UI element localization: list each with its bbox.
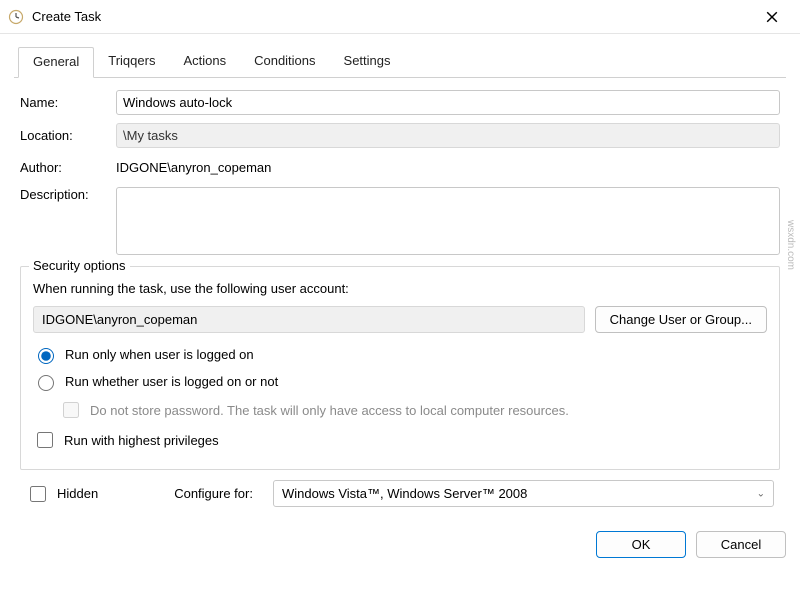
- configure-for-label: Configure for:: [174, 486, 253, 501]
- checkbox-hidden-label: Hidden: [57, 486, 98, 501]
- author-value: IDGONE\anyron_copeman: [116, 156, 780, 179]
- location-label: Location:: [20, 128, 108, 143]
- security-account: IDGONE\anyron_copeman: [33, 306, 585, 333]
- checkbox-no-store-password-label: Do not store password. The task will onl…: [90, 403, 569, 418]
- tab-triggers[interactable]: Triqqers: [94, 47, 169, 78]
- location-value: \My tasks: [116, 123, 780, 148]
- tab-bar: General Triqqers Actions Conditions Sett…: [14, 46, 786, 78]
- cancel-button[interactable]: Cancel: [696, 531, 786, 558]
- ok-button[interactable]: OK: [596, 531, 686, 558]
- tab-general[interactable]: General: [18, 47, 94, 78]
- configure-for-select[interactable]: Windows Vista™, Windows Server™ 2008 ⌄: [273, 480, 774, 507]
- checkbox-hidden[interactable]: [30, 486, 46, 502]
- tab-content-general: Name: Location: \My tasks Author: IDGONE…: [14, 78, 786, 519]
- configure-for-value: Windows Vista™, Windows Server™ 2008: [282, 486, 527, 501]
- name-input[interactable]: [116, 90, 780, 115]
- chevron-down-icon: ⌄: [757, 488, 765, 499]
- dialog-buttons: OK Cancel: [0, 519, 800, 572]
- security-options-group: Security options When running the task, …: [20, 266, 780, 470]
- titlebar: Create Task: [0, 0, 800, 34]
- radio-run-whether[interactable]: [38, 375, 54, 391]
- tab-settings[interactable]: Settings: [330, 47, 405, 78]
- description-input[interactable]: [116, 187, 780, 255]
- checkbox-highest-privileges[interactable]: [37, 432, 53, 448]
- security-legend: Security options: [29, 258, 130, 273]
- radio-run-logged-on[interactable]: [38, 348, 54, 364]
- watermark: wsxdn.com: [785, 220, 796, 270]
- window-title: Create Task: [32, 9, 752, 24]
- description-label: Description:: [20, 187, 108, 202]
- clock-icon: [8, 9, 24, 25]
- radio-run-logged-on-label: Run only when user is logged on: [65, 347, 254, 362]
- author-label: Author:: [20, 160, 108, 175]
- name-label: Name:: [20, 95, 108, 110]
- close-button[interactable]: [752, 2, 792, 32]
- tab-conditions[interactable]: Conditions: [240, 47, 329, 78]
- security-instruction: When running the task, use the following…: [33, 281, 767, 296]
- change-user-button[interactable]: Change User or Group...: [595, 306, 767, 333]
- checkbox-highest-privileges-label: Run with highest privileges: [64, 433, 219, 448]
- tab-actions[interactable]: Actions: [169, 47, 240, 78]
- checkbox-no-store-password: [63, 402, 79, 418]
- radio-run-whether-label: Run whether user is logged on or not: [65, 374, 278, 389]
